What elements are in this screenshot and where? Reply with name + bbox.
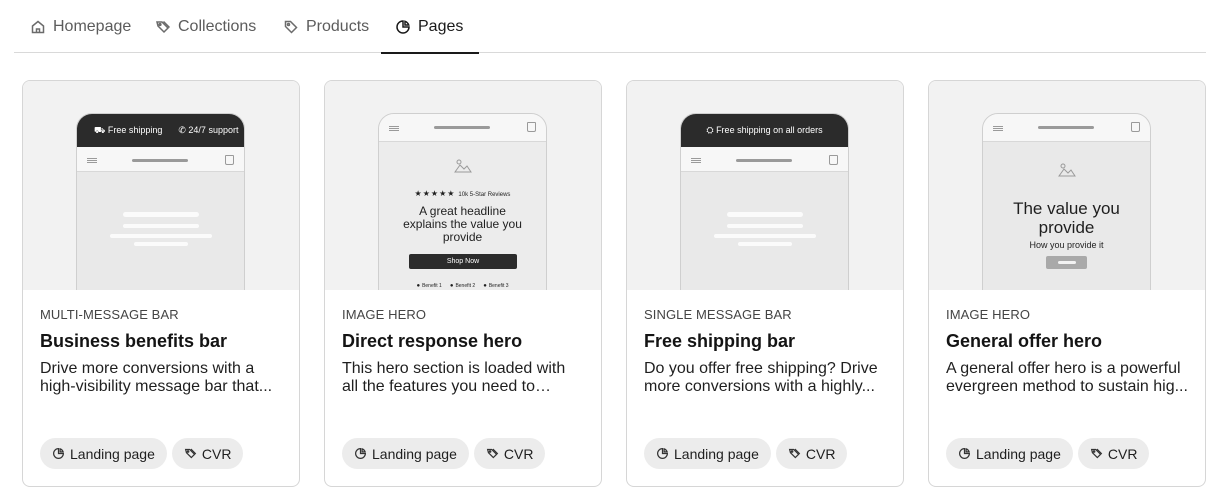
text-placeholder — [738, 242, 792, 246]
phone-mockup: ⛭ Free shipping on all orders — [680, 113, 849, 290]
text-placeholder — [727, 212, 803, 217]
chip-cvr[interactable]: CVR — [775, 438, 848, 469]
chip-landing-page[interactable]: Landing page — [40, 438, 167, 469]
announce-item: ⛭ Free shipping on all orders — [706, 125, 823, 135]
tab-bar: Homepage Collections Products Pages — [14, 0, 1206, 54]
mock-header — [77, 147, 244, 172]
card-category: SINGLE MESSAGE BAR — [644, 307, 792, 322]
template-card[interactable]: ★★★★★ 10k 5-Star Reviews A great headline… — [324, 80, 602, 487]
benefit-item: Benefit 3 — [483, 283, 509, 289]
shop-now-button: Shop Now — [409, 254, 517, 269]
announce-item: ✆ 24/7 support — [178, 125, 239, 135]
hero-headline: The value you provide — [1013, 199, 1120, 237]
card-description: This hero section is loaded with all the… — [342, 360, 566, 395]
mock-header — [983, 114, 1150, 142]
cta-button — [1046, 256, 1087, 269]
card-category: IMAGE HERO — [946, 307, 1031, 322]
chip-landing-page[interactable]: Landing page — [342, 438, 469, 469]
benefit-list: Benefit 1 Benefit 2 Benefit 3 — [379, 283, 546, 289]
announce-item: ⛟ Free shipping — [94, 124, 163, 135]
text-placeholder — [123, 224, 199, 228]
tab-label: Pages — [418, 17, 464, 35]
chip-cvr[interactable]: CVR — [473, 438, 546, 469]
template-preview: ⛟ Free shipping ✆ 24/7 support — [23, 81, 299, 290]
text-placeholder — [110, 234, 212, 238]
card-category: IMAGE HERO — [342, 307, 427, 322]
page-icon — [396, 19, 410, 34]
text-placeholder — [727, 224, 803, 228]
menu-icon — [691, 158, 701, 163]
card-title: Direct response hero — [342, 331, 523, 351]
page-icon — [657, 448, 668, 459]
tags-icon — [156, 20, 171, 33]
tab-products[interactable]: Products — [283, 0, 369, 53]
home-icon — [31, 20, 45, 33]
template-preview: ★★★★★ 10k 5-Star Reviews A great headline… — [325, 81, 601, 290]
tags-icon — [788, 448, 801, 459]
tags-icon — [184, 448, 197, 459]
phone-mockup: The value you provide How you provide it — [982, 113, 1151, 290]
star-rating: ★★★★★ 10k 5-Star Reviews — [414, 189, 511, 198]
tab-homepage[interactable]: Homepage — [30, 0, 131, 53]
logo-placeholder — [1038, 126, 1094, 129]
tag-icon — [284, 20, 298, 34]
menu-icon — [87, 158, 97, 163]
mock-header — [379, 114, 546, 142]
card-description: A general offer hero is a powerful everg… — [946, 360, 1188, 395]
logo-placeholder — [132, 159, 188, 162]
text-placeholder — [123, 212, 199, 217]
mock-header — [681, 147, 848, 172]
card-description: Do you offer free shipping? Drive more c… — [644, 360, 878, 395]
phone-mockup: ⛟ Free shipping ✆ 24/7 support — [76, 113, 245, 290]
page-icon — [355, 448, 366, 459]
tab-label: Homepage — [53, 17, 132, 35]
page-icon — [53, 448, 64, 459]
card-category: MULTI-MESSAGE BAR — [40, 307, 179, 322]
chip-landing-page[interactable]: Landing page — [946, 438, 1073, 469]
tab-pages[interactable]: Pages — [380, 0, 480, 54]
card-title: General offer hero — [946, 331, 1103, 351]
tags-icon — [1090, 448, 1103, 459]
tab-collections[interactable]: Collections — [155, 0, 256, 53]
chip-landing-page[interactable]: Landing page — [644, 438, 771, 469]
hero-subline: How you provide it — [1029, 240, 1104, 250]
bag-icon — [829, 155, 838, 165]
card-description: Drive more conversions with a high-visib… — [40, 360, 273, 395]
chip-cvr[interactable]: CVR — [1077, 438, 1150, 469]
announcement-bar: ⛟ Free shipping ✆ 24/7 support — [77, 114, 244, 147]
template-card[interactable]: ⛭ Free shipping on all orders SINGLE MES… — [626, 80, 904, 487]
text-placeholder — [714, 234, 816, 238]
logo-placeholder — [434, 126, 490, 129]
image-icon — [1058, 163, 1076, 177]
logo-placeholder — [736, 159, 792, 162]
announcement-bar: ⛭ Free shipping on all orders — [681, 114, 848, 147]
template-card[interactable]: ⛟ Free shipping ✆ 24/7 support MULTI-MES… — [22, 80, 300, 487]
tags-icon — [486, 448, 499, 459]
benefit-item: Benefit 2 — [450, 283, 475, 289]
template-preview: The value you provide How you provide it — [929, 81, 1205, 290]
bag-icon — [527, 122, 536, 132]
chip-cvr[interactable]: CVR — [171, 438, 244, 469]
hero-headline: A great headline explains the value you … — [403, 204, 522, 244]
menu-icon — [389, 126, 399, 131]
benefit-item: Benefit 1 — [416, 283, 442, 289]
bag-icon — [225, 155, 234, 165]
page-icon — [959, 448, 970, 459]
card-title: Business benefits bar — [40, 331, 228, 351]
phone-mockup: ★★★★★ 10k 5-Star Reviews A great headline… — [378, 113, 547, 290]
template-card[interactable]: The value you provide How you provide it… — [928, 80, 1206, 487]
image-icon — [454, 159, 472, 173]
bag-icon — [1131, 122, 1140, 132]
text-placeholder — [134, 242, 188, 246]
card-title: Free shipping bar — [644, 331, 796, 351]
tab-label: Products — [306, 17, 370, 35]
tab-label: Collections — [178, 17, 257, 35]
menu-icon — [993, 126, 1003, 131]
template-preview: ⛭ Free shipping on all orders — [627, 81, 903, 290]
